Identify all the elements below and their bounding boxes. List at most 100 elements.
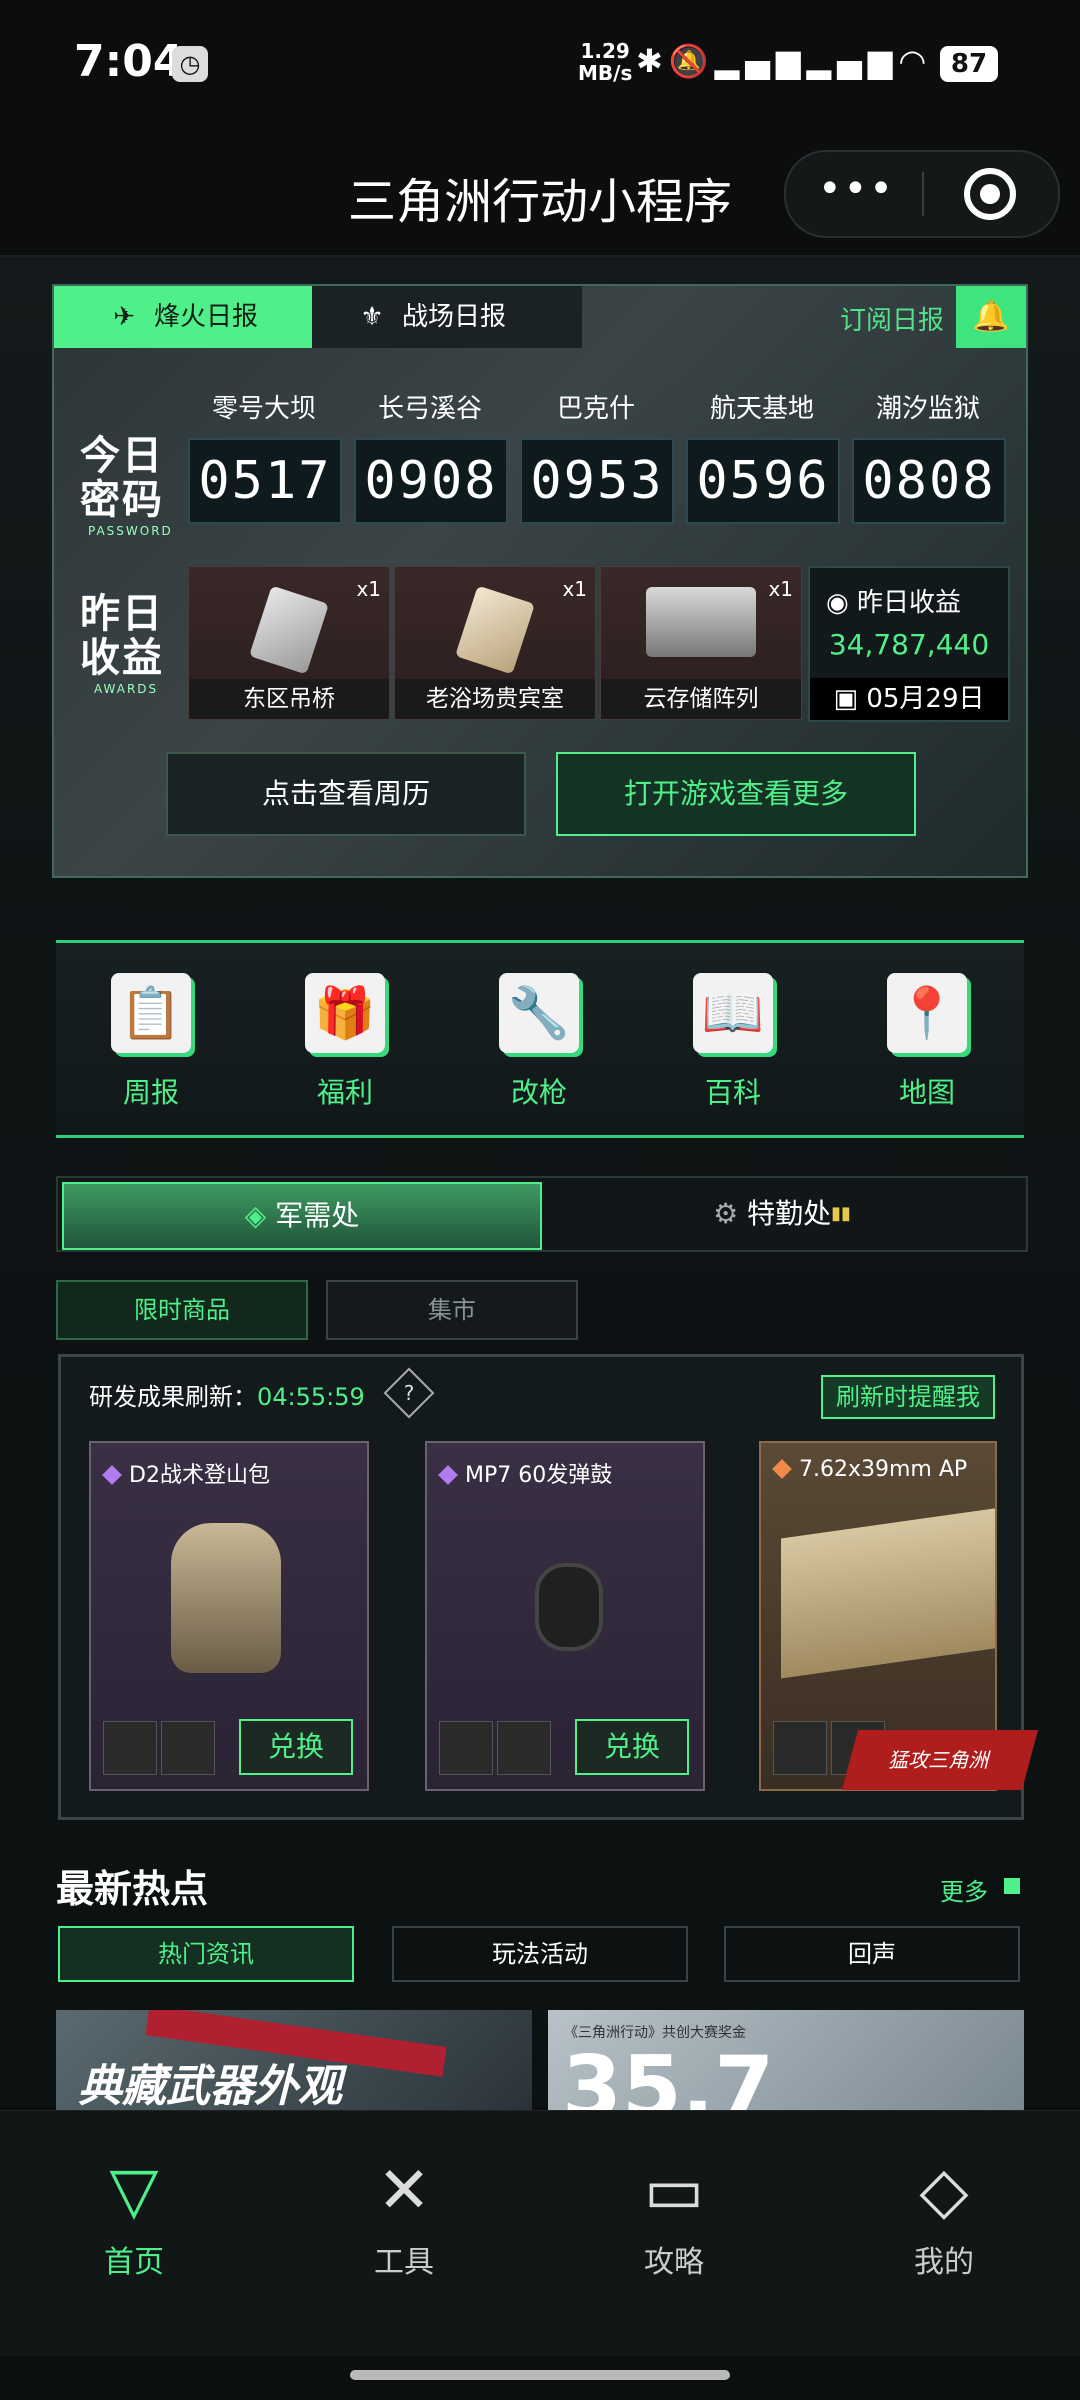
home-indicator[interactable] <box>350 2370 730 2380</box>
tool-welfare[interactable]: 🎁 福利 <box>270 973 420 1111</box>
tools-row: 📋 周报 🎁 福利 🔧 改枪 📖 百科 📍 地图 <box>56 940 1024 1138</box>
rarity-icon <box>438 1465 458 1485</box>
earn-en-label: AWARDS <box>94 682 159 696</box>
exchange-button[interactable]: 兑换 <box>239 1719 353 1775</box>
news-banner[interactable]: 典藏武器外观 <box>56 2010 532 2110</box>
tool-label: 改枪 <box>510 1076 567 1109</box>
tool-gunsmith[interactable]: 🔧 改枪 <box>464 973 614 1111</box>
wifi-icon: ◠ <box>898 42 933 80</box>
tool-label: 周报 <box>122 1076 179 1109</box>
assault-badge[interactable]: 猛攻三角洲 <box>841 1730 1039 1790</box>
tab-quartermaster[interactable]: ◈ 军需处 <box>62 1182 542 1250</box>
tab-fenghuo-label: 烽火日报 <box>154 302 259 332</box>
tool-map[interactable]: 📍 地图 <box>852 973 1002 1111</box>
tab-limited-goods[interactable]: 限时商品 <box>56 1280 308 1340</box>
nav-label: 攻略 <box>644 2245 704 2280</box>
storage-array-icon <box>646 587 756 657</box>
nav-home[interactable]: ▽ 首页 <box>64 2151 204 2281</box>
tab-battlefield-label: 战场日报 <box>402 302 507 332</box>
reward-qty: x1 <box>562 577 587 601</box>
nav-guide[interactable]: ▭ 攻略 <box>604 2151 744 2281</box>
item-name-text: D2战术登山包 <box>129 1463 270 1488</box>
tab-echo[interactable]: 回声 <box>724 1926 1020 1982</box>
income-label: ◉ 昨日收益 <box>826 582 961 619</box>
more-icon[interactable]: ••• <box>818 166 895 212</box>
gear-icon: ⚙ <box>713 1197 748 1230</box>
calendar-icon: ▣ <box>833 684 867 714</box>
reward-qty: x1 <box>768 577 793 601</box>
subscribe-link[interactable]: 订阅日报 <box>840 300 944 337</box>
drone-icon: ✈ <box>113 302 135 332</box>
report-icon: 📋 <box>111 973 191 1053</box>
tab-fenghuo-daily[interactable]: ✈ 烽火日报 <box>54 286 312 348</box>
nav-label: 我的 <box>914 2245 974 2280</box>
profile-icon: ◇ <box>919 2154 969 2228</box>
bell-icon[interactable]: 🔔 <box>956 286 1026 348</box>
reward-name: 老浴场贵宾室 <box>395 679 595 719</box>
status-time: 7:04 <box>74 36 184 87</box>
view-weekly-calendar-button[interactable]: 点击查看周历 <box>166 752 526 836</box>
earn-label: 昨日 收益 <box>80 591 164 681</box>
status-icons: ✱🔕▂▄▆▂▄▆◠ <box>636 42 932 80</box>
password-code: 0517 <box>188 438 342 524</box>
reward-card[interactable]: x1 东区吊桥 <box>188 566 390 720</box>
income-date-text: 05月29日 <box>866 684 985 714</box>
rarity-icon <box>772 1459 792 1479</box>
daily-report-card: ✈ 烽火日报 ⚜ 战场日报 订阅日报 🔔 今日 密码 PASSWORD 零号大坝 长… <box>52 284 1028 878</box>
nav-label: 首页 <box>104 2245 164 2280</box>
nav-tools[interactable]: ✕ 工具 <box>334 2151 474 2281</box>
keycard-icon <box>249 585 329 675</box>
password-en-label: PASSWORD <box>88 524 173 538</box>
refresh-label: 研发成果刷新： <box>89 1383 257 1411</box>
emblem-icon: ⚜ <box>360 302 384 332</box>
item-name-text: 7.62x39mm AP <box>799 1457 968 1482</box>
diamond-icon: ◈ <box>244 1199 276 1232</box>
reward-card[interactable]: x1 老浴场贵宾室 <box>394 566 596 720</box>
tool-label: 福利 <box>316 1076 373 1109</box>
map-name: 潮汐监狱 <box>875 394 980 424</box>
tool-wiki[interactable]: 📖 百科 <box>658 973 808 1111</box>
tab-activities[interactable]: 玩法活动 <box>392 1926 688 1982</box>
material-icon <box>773 1721 827 1775</box>
grid-icon <box>1004 1878 1020 1894</box>
signal-icon: ▂▄▆ <box>714 42 807 80</box>
tool-weekly-report[interactable]: 📋 周报 <box>76 973 226 1111</box>
quartermaster-segment: ◈ 军需处 ⚙ 特勤处▮▮ <box>56 1176 1028 1252</box>
item-name-text: MP7 60发弹鼓 <box>465 1463 613 1488</box>
more-link[interactable]: 更多 <box>940 1872 988 1907</box>
nav-profile[interactable]: ◇ 我的 <box>874 2151 1014 2281</box>
tab-hot-news[interactable]: 热门资讯 <box>58 1926 354 1982</box>
news-banner[interactable]: 《三角洲行动》共创大赛奖金 35.7 <box>548 2010 1024 2110</box>
material-icon <box>161 1721 215 1775</box>
battery-indicator: 87 <box>940 46 998 82</box>
remind-me-button[interactable]: 刷新时提醒我 <box>821 1375 995 1419</box>
password-code: 0808 <box>852 438 1006 524</box>
tool-label: 百科 <box>704 1076 761 1109</box>
notice-mark-icon: ▮▮ <box>831 1203 851 1224</box>
help-icon[interactable]: ? <box>383 1367 435 1419</box>
reward-card[interactable]: x1 云存储阵列 <box>600 566 802 720</box>
reward-name: 云存储阵列 <box>601 679 801 719</box>
exchange-button[interactable]: 兑换 <box>575 1719 689 1775</box>
tab-special-ops-label: 特勤处 <box>747 1197 832 1230</box>
status-bar: 7:04 ◷ 1.29 MB/s ✱🔕▂▄▆▂▄▆◠ 87 <box>0 0 1080 130</box>
clock-icon: ◷ <box>172 46 208 82</box>
tab-special-ops[interactable]: ⚙ 特勤处▮▮ <box>542 1182 1022 1246</box>
section-title: 最新热点 <box>56 1867 209 1911</box>
password-code: 0908 <box>354 438 508 524</box>
capsule-divider <box>922 172 924 216</box>
bottom-nav: ▽ 首页 ✕ 工具 ▭ 攻略 ◇ 我的 <box>0 2110 1080 2357</box>
tab-battlefield-daily[interactable]: ⚜ 战场日报 <box>312 286 582 348</box>
shop-item[interactable]: MP7 60发弹鼓 兑换 <box>425 1441 705 1791</box>
open-game-button[interactable]: 打开游戏查看更多 <box>556 752 916 836</box>
tab-market[interactable]: 集市 <box>326 1280 578 1340</box>
ammo-box-image <box>781 1507 995 1679</box>
rarity-icon <box>102 1465 122 1485</box>
map-name: 长弓溪谷 <box>377 394 482 424</box>
gift-icon: 🎁 <box>305 973 385 1053</box>
shop-item[interactable]: D2战术登山包 兑换 <box>89 1441 369 1791</box>
gun-wrench-icon: 🔧 <box>499 973 579 1053</box>
keycard-icon <box>455 585 535 675</box>
close-miniprogram-icon[interactable] <box>964 168 1016 220</box>
miniprogram-capsule: ••• <box>784 150 1060 238</box>
